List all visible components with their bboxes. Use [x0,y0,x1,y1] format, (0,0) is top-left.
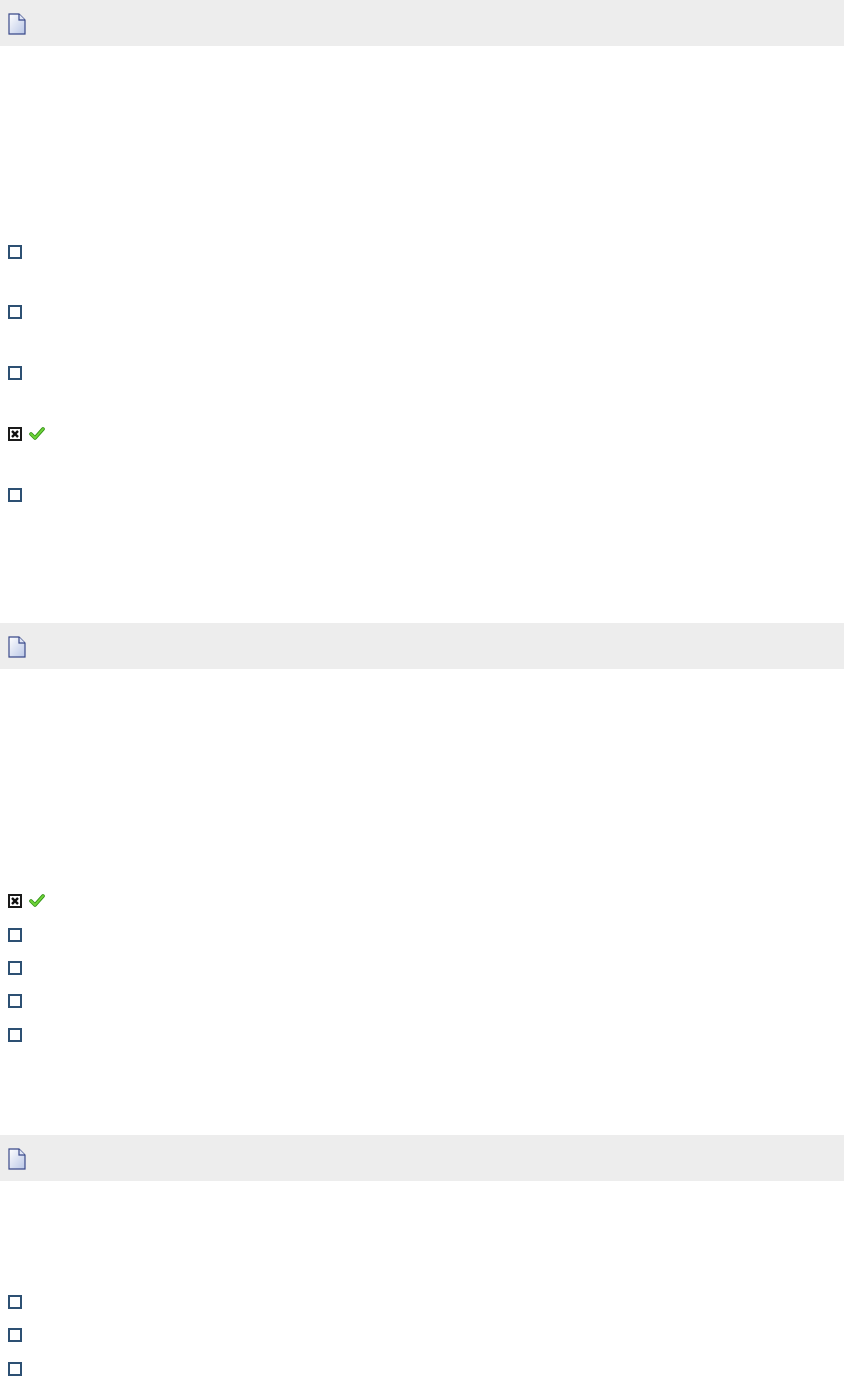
x-mark-icon [11,897,19,905]
answer-checkbox-checked[interactable] [8,427,22,441]
question-header [0,1135,844,1181]
answer-checkbox[interactable] [8,1328,22,1342]
page-icon [8,13,26,35]
answer-checkbox[interactable] [8,1362,22,1376]
answer-checkbox[interactable] [8,961,22,975]
answer-checkbox[interactable] [8,245,22,259]
answer-checkbox[interactable] [8,488,22,502]
page-icon [8,1148,26,1170]
question-header [0,0,844,46]
answer-checkbox[interactable] [8,1028,22,1042]
answer-checkbox[interactable] [8,928,22,942]
answer-checkbox[interactable] [8,366,22,380]
answer-checkbox-checked[interactable] [8,894,22,908]
correct-check-icon [29,427,45,440]
page-icon [8,636,26,658]
answer-checkbox[interactable] [8,305,22,319]
correct-check-icon [29,894,45,907]
answer-checkbox[interactable] [8,994,22,1008]
answer-checkbox[interactable] [8,1295,22,1309]
question-header [0,623,844,669]
x-mark-icon [11,430,19,438]
